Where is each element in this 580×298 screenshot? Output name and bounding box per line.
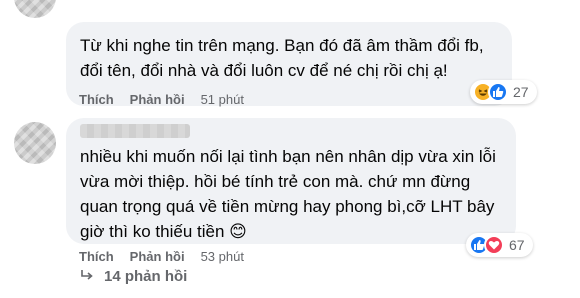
reply-link[interactable]: Phản hồi xyxy=(130,249,185,264)
view-replies-link[interactable]: 14 phản hồi xyxy=(80,268,187,285)
comment-text: nhiều khi muốn nối lại tình bạn nên nhân… xyxy=(80,147,496,241)
reply-link[interactable]: Phản hồi xyxy=(130,92,185,107)
view-replies-label: 14 phản hồi xyxy=(104,268,188,285)
comment-actions: Thích Phản hồi 51 phút xyxy=(79,92,244,107)
avatar[interactable] xyxy=(14,122,56,164)
reaction-summary[interactable]: 67 xyxy=(466,233,533,257)
like-link[interactable]: Thích xyxy=(79,249,114,264)
comment-bubble: nhiều khi muốn nối lại tình bạn nên nhân… xyxy=(66,118,516,244)
comment-time[interactable]: 51 phút xyxy=(201,92,244,107)
comment-text: Từ khi nghe tin trên mạng. Bạn đó đã âm … xyxy=(80,36,484,80)
reaction-summary[interactable]: 27 xyxy=(470,80,537,104)
comment-actions: Thích Phản hồi 53 phút xyxy=(79,249,244,264)
avatar[interactable] xyxy=(14,0,56,18)
like-link[interactable]: Thích xyxy=(79,92,114,107)
comment-time[interactable]: 53 phút xyxy=(201,249,244,264)
reply-arrow-icon xyxy=(80,268,94,285)
commenter-name[interactable] xyxy=(80,124,190,138)
like-icon xyxy=(488,82,508,102)
reaction-count: 67 xyxy=(509,237,525,253)
love-icon xyxy=(484,235,504,255)
reaction-count: 27 xyxy=(513,84,529,100)
